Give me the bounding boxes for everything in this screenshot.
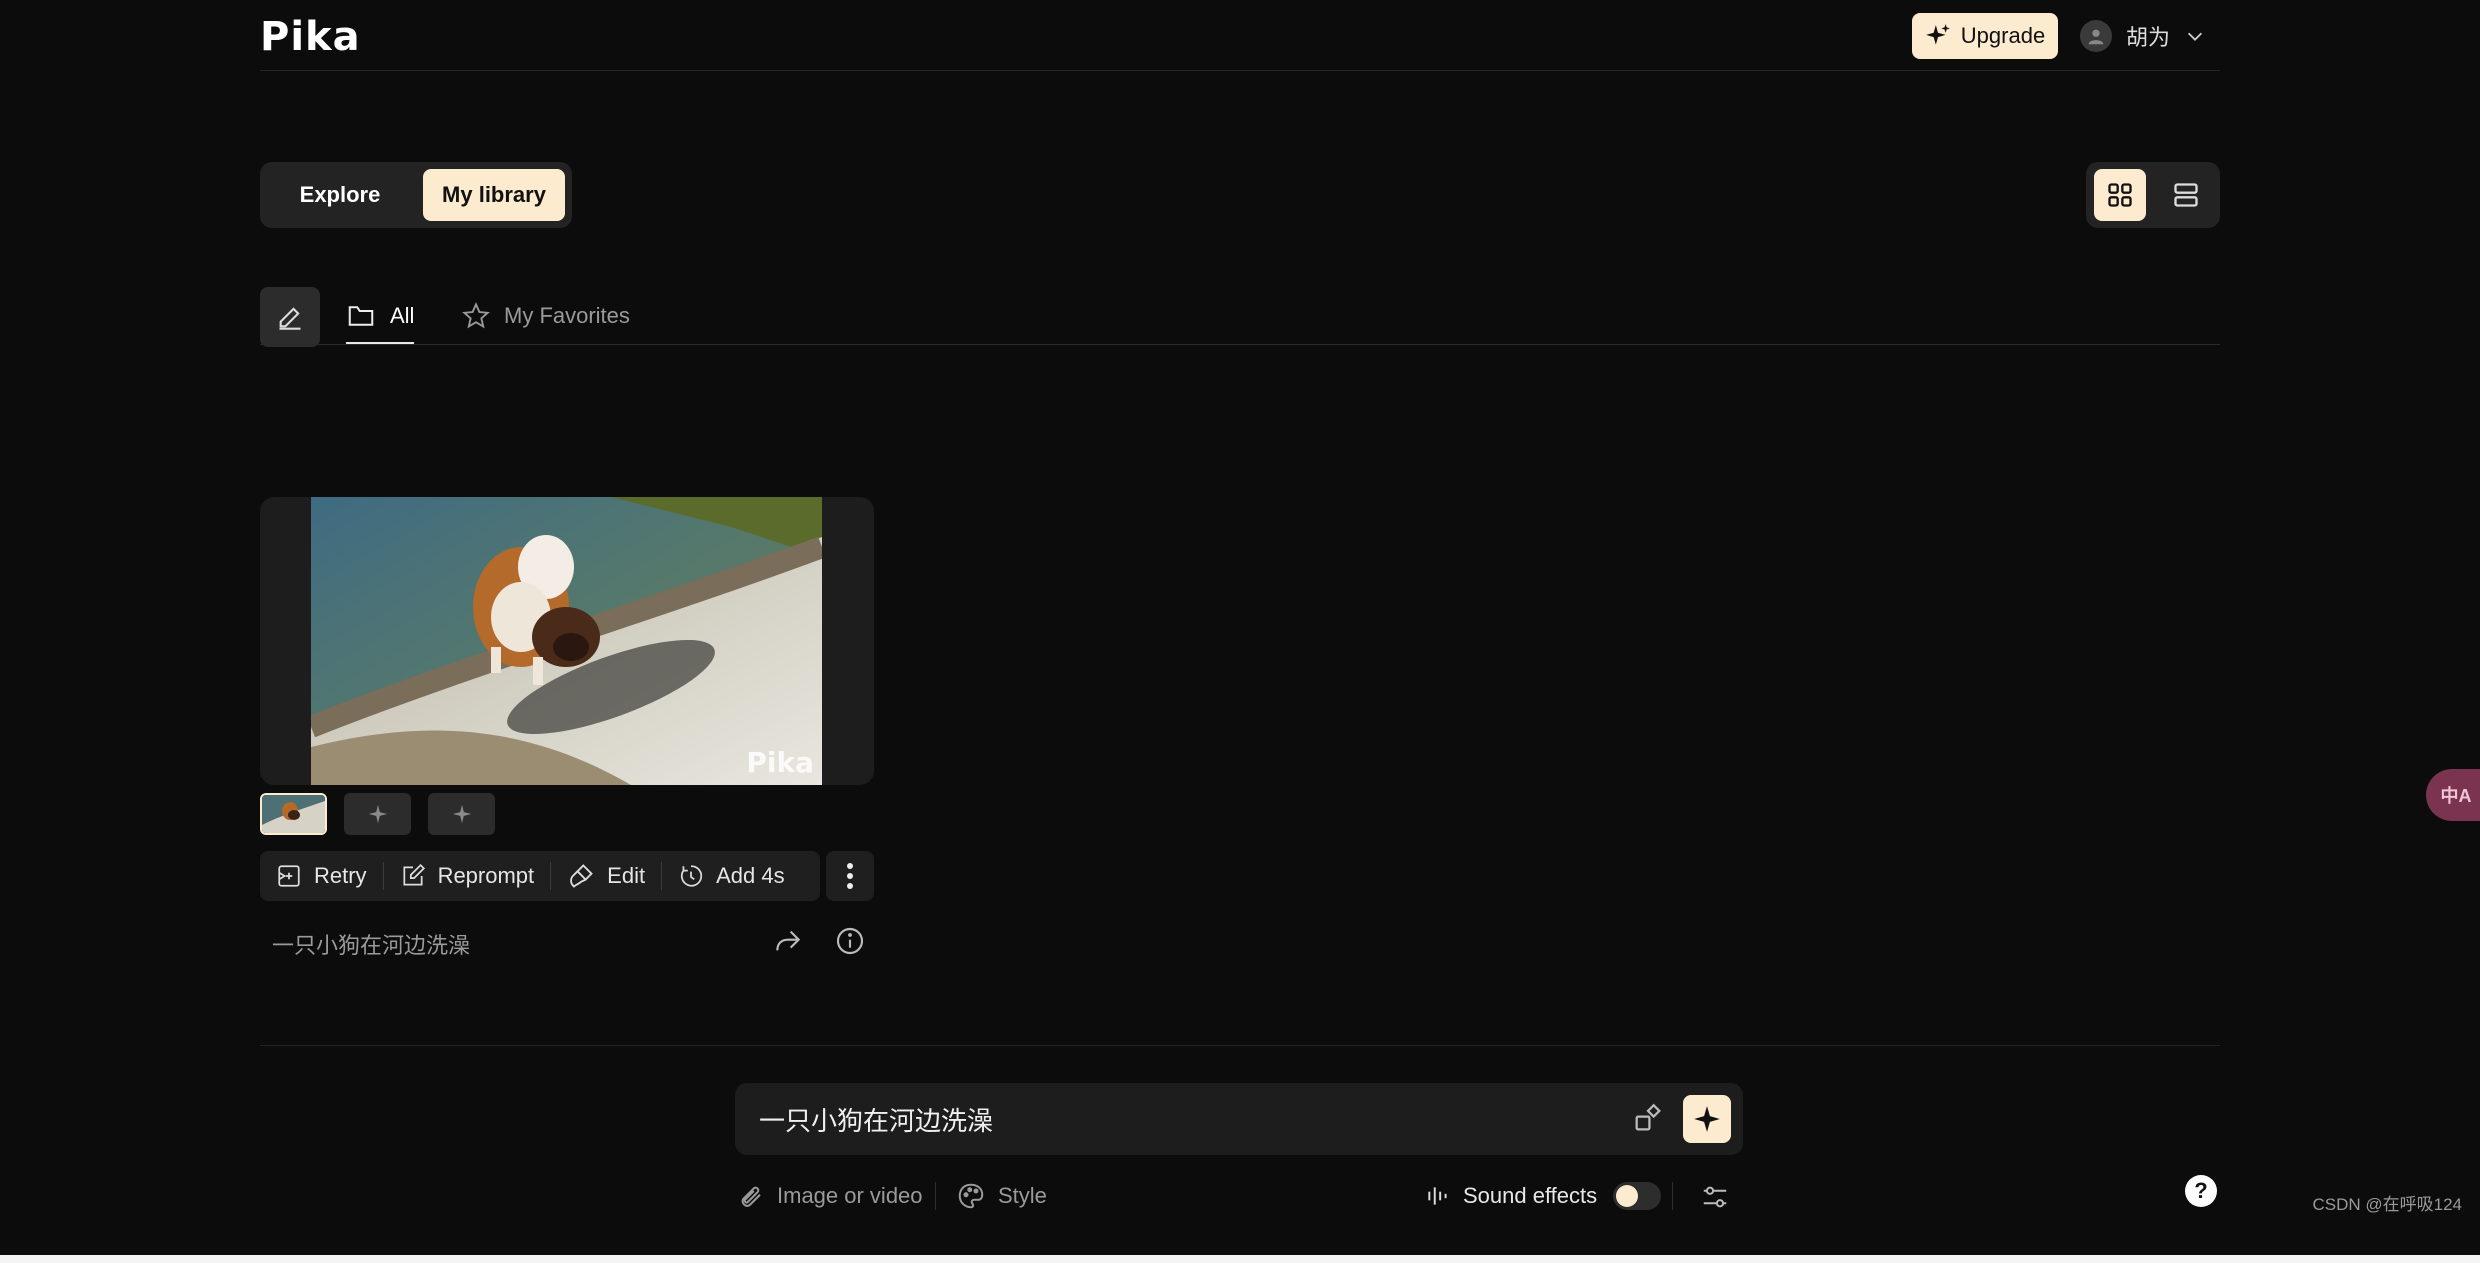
brush-icon bbox=[567, 862, 595, 890]
list-icon bbox=[2172, 181, 2200, 209]
tool-divider bbox=[1672, 1182, 1673, 1210]
more-options-button[interactable] bbox=[826, 851, 874, 901]
edit-square-icon bbox=[400, 863, 426, 889]
reprompt-label: Reprompt bbox=[437, 863, 535, 888]
style-label: Style bbox=[998, 1183, 1047, 1208]
tab-my-library[interactable]: My library bbox=[423, 169, 565, 221]
retry-label: Retry bbox=[314, 863, 367, 888]
edit-button[interactable]: Edit bbox=[551, 851, 661, 901]
reprompt-button[interactable]: Reprompt bbox=[384, 851, 551, 901]
tab-explore[interactable]: Explore bbox=[266, 169, 414, 221]
style-button[interactable]: Style bbox=[956, 1178, 1047, 1214]
list-view-button[interactable] bbox=[2160, 169, 2212, 221]
star-icon bbox=[462, 302, 490, 330]
user-name: 胡为 bbox=[2126, 25, 2171, 50]
more-vertical-icon bbox=[846, 862, 854, 890]
video-action-bar: Retry Reprompt Edit Add 4s bbox=[260, 851, 820, 901]
sliders-icon bbox=[1700, 1182, 1730, 1212]
settings-button[interactable] bbox=[1700, 1182, 1730, 1212]
grid-view-button[interactable] bbox=[2094, 169, 2146, 221]
prompt-input[interactable]: 一只小狗在河边洗澡 bbox=[759, 1083, 1539, 1155]
upgrade-label: Upgrade bbox=[1960, 23, 2046, 48]
video-watermark: Pika bbox=[746, 746, 814, 779]
pika-logo[interactable]: Pika bbox=[260, 14, 361, 60]
video-thumbnail-1[interactable] bbox=[260, 793, 327, 835]
grid-icon bbox=[2106, 181, 2134, 209]
sound-effects-label: Sound effects bbox=[1463, 1183, 1598, 1208]
header-divider bbox=[260, 70, 2220, 71]
sound-effects-toggle[interactable] bbox=[1613, 1182, 1662, 1210]
video-prompt-text: 一只小狗在河边洗澡 bbox=[272, 933, 471, 958]
retry-button[interactable]: Retry bbox=[260, 851, 383, 901]
avatar bbox=[2080, 20, 2112, 52]
info-icon bbox=[834, 925, 866, 957]
tool-divider bbox=[935, 1182, 936, 1210]
help-button[interactable]: ? bbox=[2185, 1175, 2217, 1207]
paperclip-icon bbox=[735, 1181, 765, 1211]
sound-effects-control[interactable]: Sound effects bbox=[1425, 1178, 1662, 1214]
variation-placeholder-1[interactable] bbox=[344, 793, 411, 835]
share-button[interactable] bbox=[772, 925, 804, 957]
variation-placeholder-2[interactable] bbox=[428, 793, 495, 835]
user-menu[interactable]: 胡为 bbox=[2080, 18, 2206, 54]
sparkle-icon bbox=[1693, 1105, 1721, 1133]
video-frame: Pika bbox=[311, 497, 822, 785]
pencil-icon bbox=[276, 303, 304, 331]
add-4s-label: Add 4s bbox=[716, 863, 785, 888]
chevron-down-icon bbox=[2184, 25, 2206, 47]
toggle-knob bbox=[1616, 1185, 1639, 1207]
video-player[interactable]: Pika bbox=[260, 497, 874, 785]
add-4s-button[interactable]: Add 4s bbox=[662, 851, 801, 901]
remix-button[interactable] bbox=[1631, 1101, 1665, 1135]
shapes-icon bbox=[1631, 1101, 1665, 1135]
tabs-divider bbox=[260, 344, 2220, 345]
image-or-video-button[interactable]: Image or video bbox=[735, 1178, 923, 1214]
composer-divider bbox=[260, 1045, 2220, 1046]
layout-switch bbox=[2086, 162, 2220, 228]
retry-icon bbox=[276, 863, 302, 889]
info-button[interactable] bbox=[834, 925, 866, 957]
upgrade-button[interactable]: Upgrade bbox=[1912, 13, 2058, 59]
folder-icon bbox=[346, 301, 376, 331]
translate-button[interactable]: 中A bbox=[2426, 769, 2480, 821]
edit-collection-button[interactable] bbox=[260, 287, 320, 347]
timer-icon bbox=[678, 863, 704, 889]
edit-label: Edit bbox=[607, 863, 646, 888]
share-icon bbox=[772, 925, 804, 957]
sound-wave-icon bbox=[1425, 1183, 1451, 1209]
sparkle-icon bbox=[1925, 23, 1951, 49]
view-switch: Explore My library bbox=[260, 162, 572, 228]
tab-all-label: All bbox=[390, 303, 415, 328]
sparkle-icon bbox=[451, 803, 473, 825]
window-bottom-edge bbox=[0, 1255, 2480, 1263]
tab-favorites-label: My Favorites bbox=[504, 303, 630, 328]
credit-watermark: CSDN @在呼吸124 bbox=[2312, 1195, 2462, 1214]
palette-icon bbox=[956, 1181, 986, 1211]
sparkle-icon bbox=[367, 803, 389, 825]
generate-button[interactable] bbox=[1683, 1095, 1731, 1143]
tab-my-favorites[interactable]: My Favorites bbox=[462, 296, 630, 336]
tab-all[interactable]: All bbox=[346, 296, 414, 336]
prompt-composer: 一只小狗在河边洗澡 bbox=[735, 1083, 1743, 1155]
image-or-video-label: Image or video bbox=[777, 1183, 923, 1208]
